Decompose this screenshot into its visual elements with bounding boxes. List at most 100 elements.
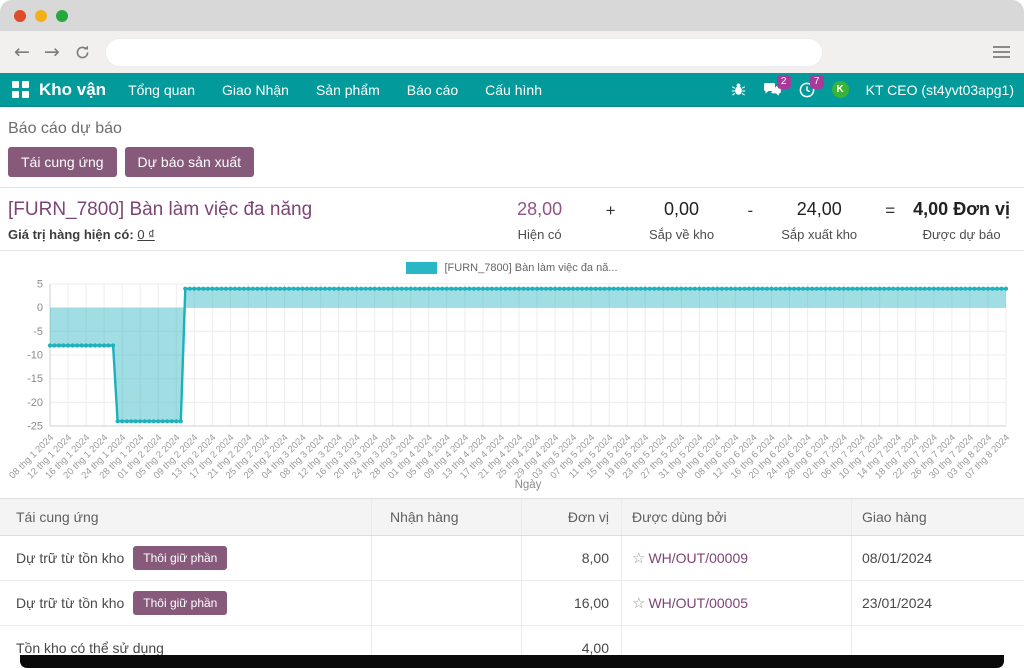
used-by-link[interactable]: WH/OUT/00005 [648,595,748,611]
close-window-button[interactable] [14,10,26,22]
activities-clock-icon[interactable]: 7 [799,82,815,98]
replenishment-source-cell: Dự trữ từ tồn kho Thôi giữ phần [0,581,372,625]
svg-text:-10: -10 [27,350,43,362]
source-label: Dự trữ từ tồn kho [16,595,124,611]
metric-label: Hiện có [492,227,588,242]
metric-2: 24,00 Sắp xuất kho [771,199,867,242]
browser-toolbar: ← → [0,31,1024,73]
svg-text:-15: -15 [27,373,43,385]
table-header-cell: Nhận hàng [372,499,522,535]
maximize-window-button[interactable] [56,10,68,22]
quantity-cell: 8,00 [522,536,622,580]
unreserve-button[interactable]: Thôi giữ phần [133,546,227,570]
receipt-cell [372,581,522,625]
metric-operator: - [730,199,772,221]
app-name[interactable]: Kho vận [39,80,106,100]
svg-text:-25: -25 [27,421,43,433]
favorite-star-icon[interactable]: ☆ [632,594,645,612]
replenish-button[interactable]: Tái cung ứng [8,147,117,177]
browser-menu-icon[interactable] [993,46,1010,58]
forward-icon[interactable]: → [44,43,60,62]
titlebar [0,0,1024,31]
source-label: Dự trữ từ tồn kho [16,550,124,566]
user-avatar[interactable]: K [832,81,849,98]
back-icon[interactable]: ← [14,43,30,62]
delivery-date-cell: 08/01/2024 [852,536,1024,580]
used-by-cell: ☆WH/OUT/00005 [622,581,852,625]
favorite-star-icon[interactable]: ☆ [632,549,645,567]
chart-legend[interactable]: [FURN_7800] Bàn làm việc đa nă... [0,260,1024,276]
stock-value: Giá trị hàng hiện có: 0 ₫ [8,227,312,242]
metric-operator: = [867,199,913,221]
stock-value-amount: 0 ₫ [137,227,155,242]
url-bar[interactable] [105,38,823,67]
quantity-cell: 16,00 [522,581,622,625]
legend-swatch [406,262,437,274]
table-header-cell: Được dùng bởi [622,499,852,535]
quantity-cell: 4,00 [522,626,622,655]
messages-icon[interactable]: 2 [763,82,782,98]
table-header-cell: Đơn vị [522,499,622,535]
table-header-row: Tái cung ứngNhận hàngĐơn vịĐược dùng bởi… [0,498,1024,536]
metric-value: 4,00 Đơn vị [913,199,1010,220]
apps-grid-icon[interactable] [12,81,29,98]
used-by-link[interactable]: WH/OUT/00009 [648,550,748,566]
receipt-cell [372,536,522,580]
window-bottom-edge [20,655,1004,668]
debug-bug-icon[interactable] [731,82,746,97]
metric-value: 24,00 [771,199,867,220]
nav-item-san-pham[interactable]: Sản phẩm [316,82,380,98]
replenishment-table: Tái cung ứngNhận hàngĐơn vịĐược dùng bởi… [0,498,1024,655]
source-label: Tồn kho có thể sử dụng [16,640,164,655]
app-navbar: Kho vận Tổng quan Giao Nhận Sản phẩm Báo cá… [0,73,1024,107]
used-by-cell: ☆WH/OUT/00009 [622,536,852,580]
svg-text:0: 0 [37,302,43,314]
metric-label: Sắp về kho [634,227,730,242]
replenishment-source-cell: Dự trữ từ tồn kho Thôi giữ phần [0,536,372,580]
nav-item-giao-nhan[interactable]: Giao Nhận [222,82,289,98]
forecast-metrics: 28,00 Hiện có+0,00 Sắp về kho-24,00 Sắp xuấ… [492,199,1010,250]
table-row: Tồn kho có thể sử dụng 4,00 [0,626,1024,655]
legend-label: [FURN_7800] Bàn làm việc đa nă... [444,262,617,274]
used-by-cell [622,626,852,655]
forecast-production-button[interactable]: Dự báo sản xuất [125,147,255,177]
browser-window: ← → Kho vận Tổng quan Giao Nhận Sản phẩm Bá… [0,0,1024,655]
nav-item-tong-quan[interactable]: Tổng quan [128,82,195,98]
user-menu[interactable]: KT CEO (st4yvt03apg1) [866,82,1014,98]
nav-item-bao-cao[interactable]: Báo cáo [407,82,458,98]
table-row: Dự trữ từ tồn khoThôi giữ phần16,00☆WH/O… [0,581,1024,626]
nav-menu: Tổng quan Giao Nhận Sản phẩm Báo cáo Cấu hìn… [128,82,542,98]
action-row: Tái cung ứng Dự báo sản xuất [0,142,1024,187]
activities-count-badge: 7 [810,75,824,89]
forecast-chart: 50-5-10-15-20-2508 thg 1 202412 thg 1 20… [4,276,1024,507]
receipt-cell [372,626,522,655]
product-header: [FURN_7800] Bàn làm việc đa năng Giá trị… [0,187,1024,251]
product-title[interactable]: [FURN_7800] Bàn làm việc đa năng [8,199,312,221]
metric-1: 0,00 Sắp về kho [634,199,730,242]
svg-text:-20: -20 [27,397,43,409]
breadcrumb: Báo cáo dự báo [0,107,1024,142]
messages-count-badge: 2 [777,75,791,89]
forecast-chart-section: [FURN_7800] Bàn làm việc đa nă... 5 0 -5 -1… [0,251,1024,498]
forecast-area-chart: 50-5-10-15-20-2508 thg 1 202412 thg 1 20… [4,276,1020,502]
metric-0: 28,00 Hiện có [492,199,588,242]
table-header-cell: Giao hàng [852,499,1024,535]
svg-text:-5: -5 [33,326,43,338]
metric-value: 28,00 [492,199,588,220]
replenishment-source-cell: Tồn kho có thể sử dụng [0,626,372,655]
stock-value-label: Giá trị hàng hiện có: [8,227,134,242]
table-header-cell: Tái cung ứng [0,499,372,535]
metric-3: 4,00 Đơn vịĐược dự báo [913,199,1010,242]
svg-text:Ngày: Ngày [515,479,542,491]
delivery-date-cell [852,626,1024,655]
metric-operator: + [588,199,634,221]
unreserve-button[interactable]: Thôi giữ phần [133,591,227,615]
svg-text:5: 5 [37,279,43,291]
delivery-date-cell: 23/01/2024 [852,581,1024,625]
table-row: Dự trữ từ tồn khoThôi giữ phần8,00☆WH/OU… [0,536,1024,581]
nav-item-cau-hinh[interactable]: Cấu hình [485,82,542,98]
reload-icon[interactable] [74,44,91,61]
minimize-window-button[interactable] [35,10,47,22]
metric-value: 0,00 [634,199,730,220]
metric-label: Sắp xuất kho [771,227,867,242]
